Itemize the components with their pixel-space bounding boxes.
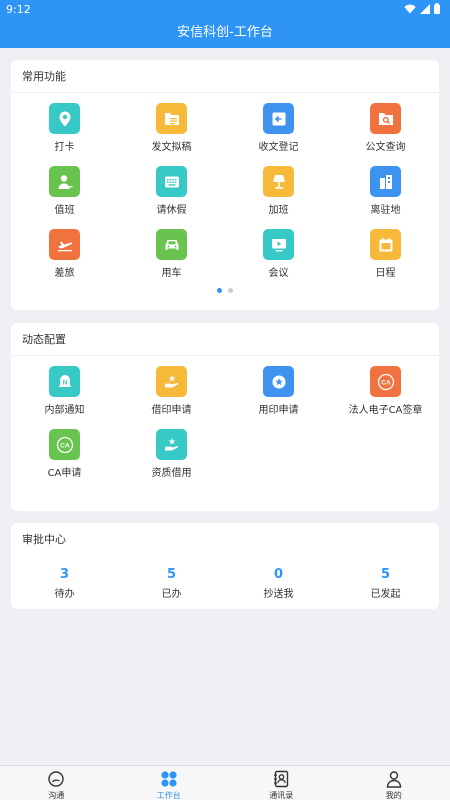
function-label: 用印申请 bbox=[258, 405, 299, 416]
folder-doc-icon bbox=[156, 103, 187, 134]
stat-initiated[interactable]: 5 已发起 bbox=[332, 565, 439, 607]
svg-text:N: N bbox=[62, 379, 67, 386]
airplane-icon bbox=[49, 229, 80, 260]
workbench-grid-icon bbox=[160, 771, 177, 787]
section-title: 动态配置 bbox=[11, 323, 439, 356]
tab-label: 沟通 bbox=[48, 791, 65, 800]
stat-cc-me[interactable]: 0 抄送我 bbox=[225, 565, 332, 607]
hand-seal-icon bbox=[156, 366, 187, 397]
chat-bubble-icon bbox=[48, 771, 64, 787]
function-label: 离驻地 bbox=[370, 205, 401, 216]
function-business-trip[interactable]: 差旅 bbox=[11, 221, 118, 284]
system-icons bbox=[404, 3, 440, 14]
inbox-arrow-icon bbox=[263, 103, 294, 134]
function-draft-document[interactable]: 发文拟稿 bbox=[118, 95, 225, 158]
function-label: 发文拟稿 bbox=[151, 142, 192, 153]
ca-badge-text: CA bbox=[60, 442, 70, 449]
desk-lamp-icon bbox=[263, 166, 294, 197]
page-dot-active[interactable] bbox=[217, 288, 222, 293]
bottom-navigation: 沟通 工作台 通讯录 我的 bbox=[0, 765, 450, 800]
tab-workbench[interactable]: 工作台 bbox=[113, 766, 226, 800]
function-schedule[interactable]: 日程 bbox=[332, 221, 439, 284]
function-label: 差旅 bbox=[54, 268, 75, 279]
function-leave-request[interactable]: 请休假 bbox=[118, 158, 225, 221]
stat-value: 0 bbox=[273, 567, 284, 582]
function-label: 法人电子CA签章 bbox=[348, 405, 423, 416]
function-vehicle[interactable]: 用车 bbox=[118, 221, 225, 284]
buildings-icon bbox=[370, 166, 401, 197]
user-profile-icon bbox=[386, 771, 401, 788]
stat-label: 待办 bbox=[54, 589, 75, 600]
function-legal-ca-signature[interactable]: CA 法人电子CA签章 bbox=[332, 358, 439, 421]
hand-certificate-icon bbox=[156, 429, 187, 460]
presentation-icon bbox=[263, 229, 294, 260]
stat-done[interactable]: 5 已办 bbox=[118, 565, 225, 607]
wifi-icon bbox=[404, 4, 416, 13]
tab-chat[interactable]: 沟通 bbox=[0, 766, 113, 800]
stat-value: 5 bbox=[166, 567, 177, 582]
battery-icon bbox=[434, 3, 440, 14]
page-dot[interactable] bbox=[228, 288, 233, 293]
dynamic-config-card: 动态配置 N 内部通知 借印申请 用印申请 CA 法人电子CA签章 CA CA申… bbox=[11, 323, 439, 511]
location-pin-icon bbox=[49, 103, 80, 134]
page-indicator bbox=[11, 288, 439, 293]
ca-badge-icon: CA bbox=[49, 429, 80, 460]
tab-label: 我的 bbox=[385, 791, 402, 800]
function-label: 收文登记 bbox=[258, 142, 299, 153]
tab-contacts[interactable]: 通讯录 bbox=[225, 766, 338, 800]
function-receive-document[interactable]: 收文登记 bbox=[225, 95, 332, 158]
function-label: CA申请 bbox=[47, 468, 82, 479]
function-qualification-borrow[interactable]: 资质借用 bbox=[118, 421, 225, 484]
function-label: 内部通知 bbox=[44, 405, 85, 416]
stamp-star-icon bbox=[263, 366, 294, 397]
function-leave-station[interactable]: 离驻地 bbox=[332, 158, 439, 221]
function-label: 资质借用 bbox=[151, 468, 192, 479]
car-icon bbox=[156, 229, 187, 260]
status-time: 9:12 bbox=[6, 3, 31, 16]
page-title: 安信科创-工作台 bbox=[177, 25, 273, 40]
function-label: 借印申请 bbox=[151, 405, 192, 416]
keyboard-icon bbox=[156, 166, 187, 197]
section-title: 常用功能 bbox=[11, 60, 439, 93]
tab-label: 通讯录 bbox=[269, 791, 294, 800]
tab-me[interactable]: 我的 bbox=[338, 766, 450, 800]
function-label: 请休假 bbox=[156, 205, 187, 216]
ca-badge-text: CA bbox=[381, 379, 391, 386]
function-ca-application[interactable]: CA CA申请 bbox=[11, 421, 118, 484]
function-label: 日程 bbox=[375, 268, 396, 279]
contacts-book-icon bbox=[274, 770, 289, 788]
stat-label: 已办 bbox=[161, 589, 182, 600]
function-label: 用车 bbox=[161, 268, 182, 279]
person-duty-icon bbox=[49, 166, 80, 197]
function-clock-in[interactable]: 打卡 bbox=[11, 95, 118, 158]
signal-icon bbox=[420, 3, 430, 14]
function-label: 打卡 bbox=[54, 142, 75, 153]
function-on-duty[interactable]: 值班 bbox=[11, 158, 118, 221]
folder-search-icon bbox=[370, 103, 401, 134]
function-label: 值班 bbox=[54, 205, 75, 216]
stat-label: 已发起 bbox=[370, 589, 401, 600]
approval-center-card: 审批中心 3 待办 5 已办 0 抄送我 5 已发起 bbox=[11, 523, 439, 609]
stat-label: 抄送我 bbox=[263, 589, 294, 600]
function-label: 加班 bbox=[268, 205, 289, 216]
notification-bell-icon: N bbox=[49, 366, 80, 397]
app-header: 安信科创-工作台 bbox=[0, 18, 450, 48]
stat-value: 3 bbox=[59, 567, 70, 582]
calendar-icon bbox=[370, 229, 401, 260]
stat-value: 5 bbox=[380, 567, 391, 582]
stat-pending[interactable]: 3 待办 bbox=[11, 565, 118, 607]
function-label: 会议 bbox=[268, 268, 289, 279]
tab-label: 工作台 bbox=[156, 791, 181, 800]
common-functions-card: 常用功能 打卡 发文拟稿 收文登记 公文查询 值班 请休假 加班 离驻地 差旅 … bbox=[11, 60, 439, 310]
function-document-search[interactable]: 公文查询 bbox=[332, 95, 439, 158]
function-borrow-seal[interactable]: 借印申请 bbox=[118, 358, 225, 421]
ca-badge-icon: CA bbox=[370, 366, 401, 397]
function-meeting[interactable]: 会议 bbox=[225, 221, 332, 284]
status-bar: 9:12 bbox=[0, 0, 450, 18]
function-overtime[interactable]: 加班 bbox=[225, 158, 332, 221]
section-title: 审批中心 bbox=[22, 533, 66, 546]
function-internal-notice[interactable]: N 内部通知 bbox=[11, 358, 118, 421]
function-use-seal[interactable]: 用印申请 bbox=[225, 358, 332, 421]
function-label: 公文查询 bbox=[365, 142, 406, 153]
